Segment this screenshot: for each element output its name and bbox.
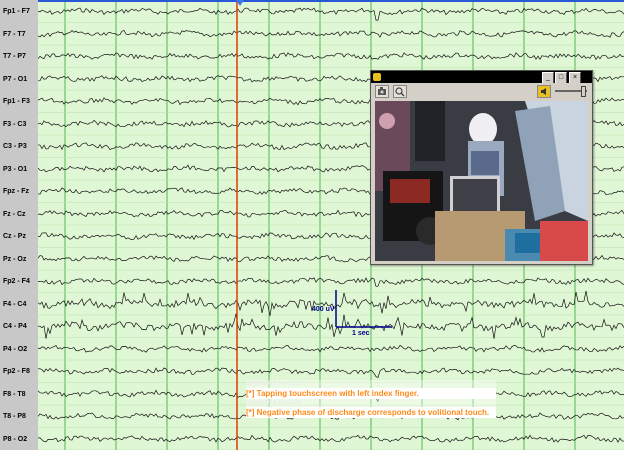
channel-label[interactable]: Cz - Pz bbox=[3, 232, 37, 241]
eeg-trace bbox=[38, 313, 624, 339]
eeg-trace bbox=[38, 344, 624, 353]
eeg-trace bbox=[38, 367, 624, 378]
channel-label-panel: Fp1 - F7 F7 - T7 T7 - P7 P7 - O1 Fp1 - F3 F3 … bbox=[0, 0, 39, 450]
annotation-timestamp: 08/16/2013 16:42:21 bbox=[246, 380, 496, 388]
eeg-trace bbox=[38, 434, 624, 443]
video-scene bbox=[375, 101, 588, 261]
channel-label[interactable]: Fpz - Fz bbox=[3, 187, 37, 196]
channel-label[interactable]: T7 - P7 bbox=[3, 52, 37, 61]
scale-time-label: 1 sec bbox=[352, 330, 370, 337]
video-window[interactable]: _ □ × bbox=[370, 70, 593, 265]
volume-slider-thumb[interactable] bbox=[581, 86, 586, 97]
camera-icon[interactable] bbox=[375, 85, 389, 98]
channel-label[interactable]: F8 - T8 bbox=[3, 390, 37, 399]
annotation-list: 08/16/2013 16:42:21 [*] Tapping touchscr… bbox=[246, 380, 496, 418]
search-icon[interactable] bbox=[393, 85, 407, 98]
channel-label[interactable]: C3 - P3 bbox=[3, 142, 37, 151]
video-toolbar bbox=[371, 83, 592, 99]
channel-label[interactable]: Pz - Oz bbox=[3, 255, 37, 264]
channel-label[interactable]: Fp2 - F4 bbox=[3, 277, 37, 286]
speaker-icon[interactable] bbox=[537, 85, 551, 98]
channel-label[interactable]: P4 - O2 bbox=[3, 345, 37, 354]
channel-label[interactable]: Fp1 - F3 bbox=[3, 97, 37, 106]
channel-label[interactable]: C4 - P4 bbox=[3, 322, 37, 331]
channel-label[interactable]: P7 - O1 bbox=[3, 75, 37, 84]
eeg-trace bbox=[38, 29, 624, 38]
time-cursor-handle[interactable] bbox=[236, 0, 244, 6]
channel-label[interactable]: Fz - Cz bbox=[3, 210, 37, 219]
video-app-icon bbox=[373, 73, 381, 81]
eeg-trace bbox=[38, 7, 624, 21]
channel-label[interactable]: F4 - C4 bbox=[3, 300, 37, 309]
eeg-trace bbox=[38, 277, 624, 287]
annotation-text[interactable]: [*] Tapping touchscreen with left index … bbox=[246, 388, 496, 399]
channel-label[interactable]: Fp1 - F7 bbox=[3, 7, 37, 16]
channel-label[interactable]: P3 - O1 bbox=[3, 165, 37, 174]
patient-video-frame bbox=[375, 101, 588, 261]
video-titlebar[interactable]: _ □ × bbox=[371, 71, 592, 84]
channel-label[interactable]: P8 - O2 bbox=[3, 435, 37, 444]
channel-label[interactable]: F3 - C3 bbox=[3, 120, 37, 129]
annotation-text[interactable]: [*] Negative phase of discharge correspo… bbox=[246, 407, 496, 418]
calibration-scale-bar bbox=[335, 290, 392, 328]
channel-label[interactable]: Fp2 - F8 bbox=[3, 367, 37, 376]
channel-label[interactable]: F7 - T7 bbox=[3, 30, 37, 39]
channel-label[interactable]: T8 - P8 bbox=[3, 412, 37, 421]
top-timebar[interactable] bbox=[38, 0, 624, 2]
eeg-trace bbox=[38, 52, 624, 61]
eeg-viewer: Fp1 - F7 F7 - T7 T7 - P7 P7 - O1 Fp1 - F3 F3 … bbox=[0, 0, 624, 450]
scale-amplitude-label: 400 uV bbox=[312, 306, 335, 313]
annotation-timestamp: 08/16/2013 16:42:24 bbox=[246, 399, 496, 407]
